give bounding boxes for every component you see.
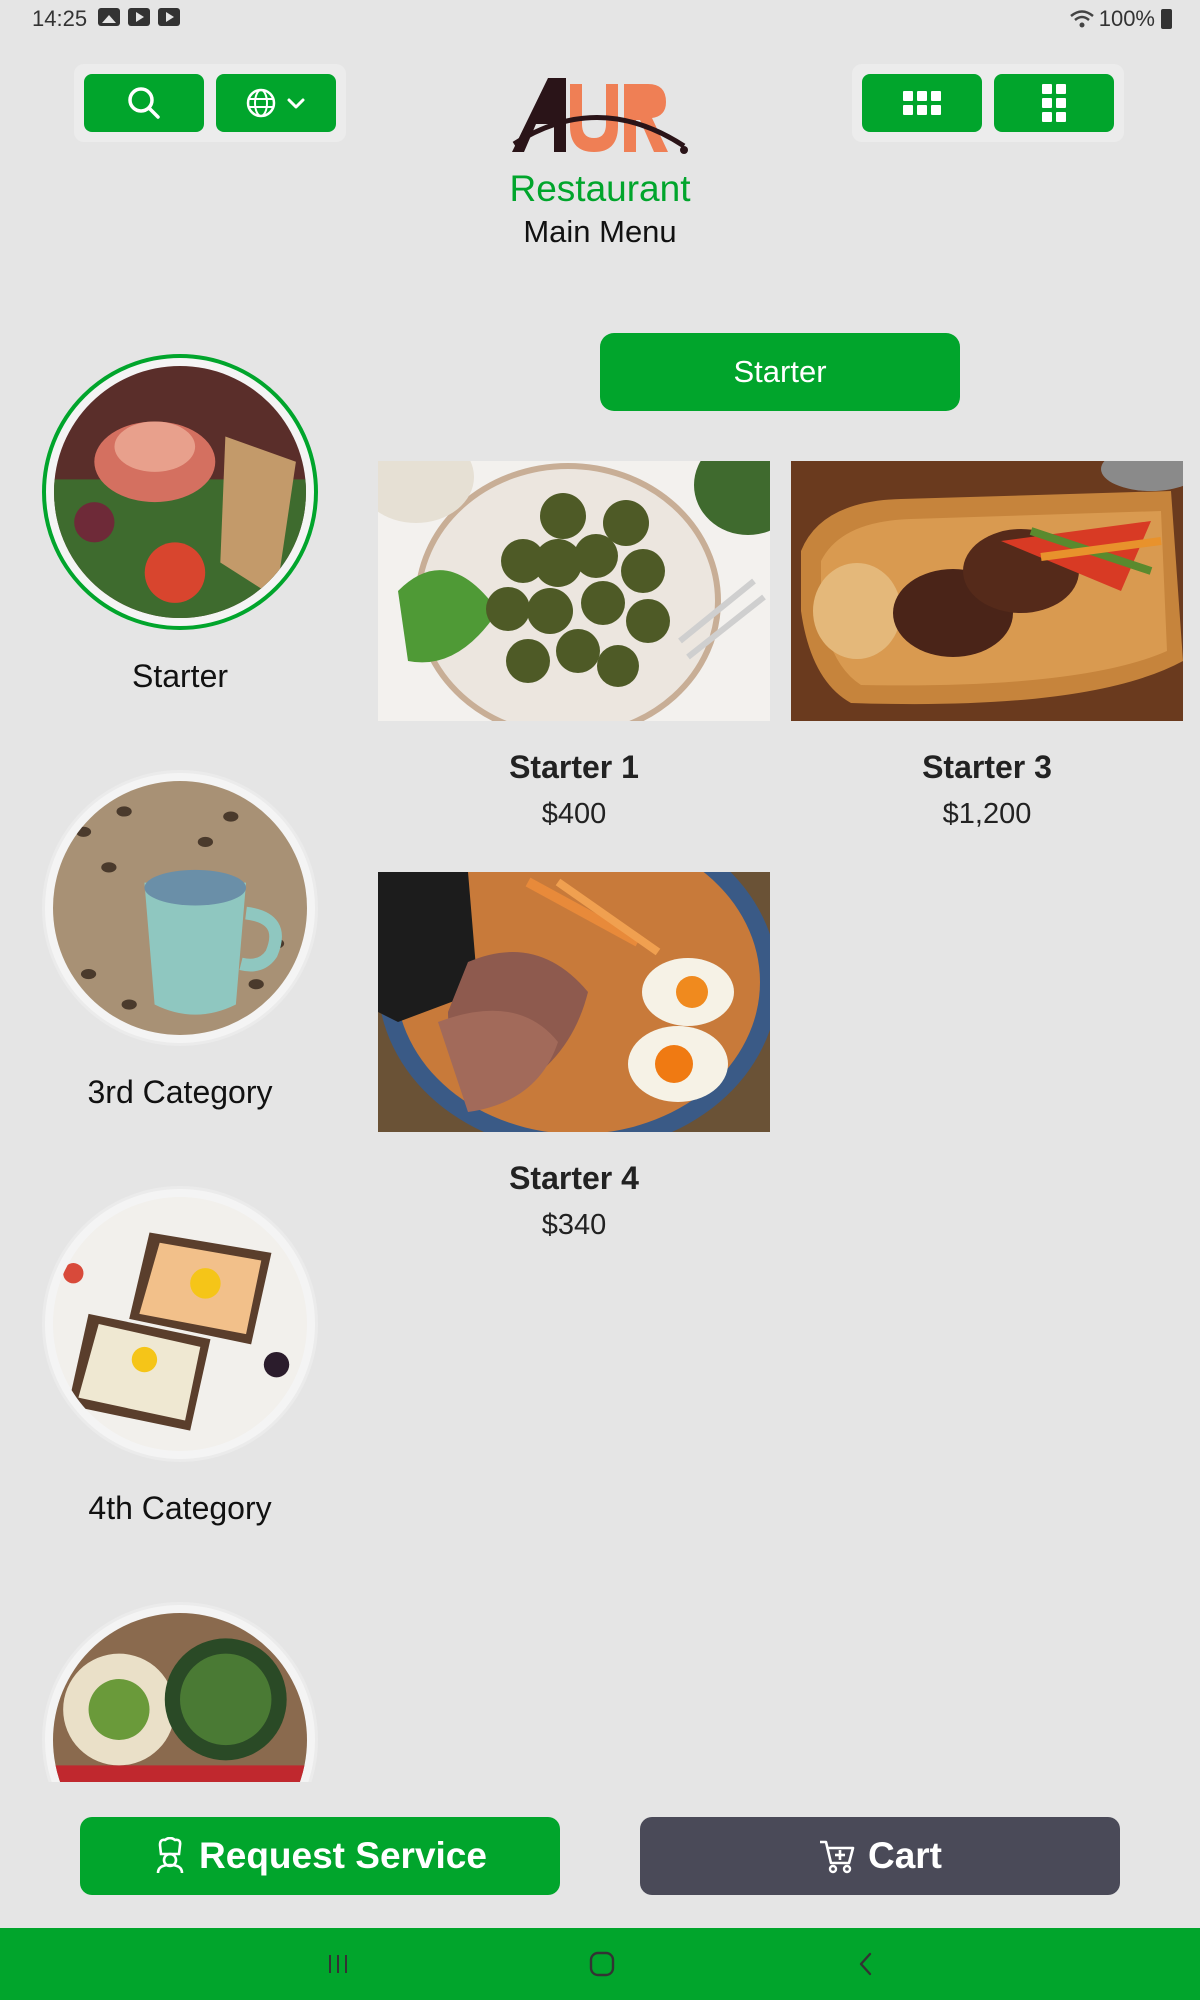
product-image: [791, 461, 1183, 721]
restaurant-logo: [508, 72, 690, 158]
youtube-icon: [158, 8, 180, 26]
category-label: 3rd Category: [87, 1074, 273, 1110]
list-view-button[interactable]: [994, 74, 1114, 132]
product-price: $1,200: [942, 798, 1032, 830]
battery-percent: 100%: [1098, 6, 1155, 31]
category-image: [53, 1613, 307, 1782]
product-price: $340: [541, 1209, 607, 1241]
battery-icon: [1161, 9, 1172, 29]
recent-apps-icon: [329, 1955, 347, 1973]
product-image: [378, 461, 770, 721]
language-button[interactable]: [216, 74, 336, 132]
chevron-down-icon: [287, 98, 305, 109]
back-icon: [859, 1952, 872, 1976]
product-name: Starter 3: [922, 749, 1052, 785]
cart-button[interactable]: Cart: [640, 1817, 1120, 1895]
recent-apps-button[interactable]: [308, 1946, 368, 1982]
waiter-icon: [156, 1837, 184, 1874]
cart-label: Cart: [867, 1835, 943, 1876]
brand-name: Restaurant: [509, 168, 691, 209]
category-item-5th[interactable]: [38, 1602, 322, 1782]
home-button[interactable]: [572, 1946, 632, 1982]
product-card[interactable]: Starter 1 $400: [378, 461, 770, 831]
product-name: Starter 1: [509, 749, 639, 785]
request-service-button[interactable]: Request Service: [80, 1817, 560, 1895]
notification-icons: [98, 8, 180, 26]
cart-icon: [819, 1840, 855, 1874]
header-left-buttons: [74, 64, 346, 142]
grid-view-button[interactable]: [862, 74, 982, 132]
category-list[interactable]: Starter 3rd Category 4th Category: [0, 350, 360, 1782]
category-label: Starter: [131, 658, 229, 694]
youtube-icon: [128, 8, 150, 26]
status-time: 14:25: [32, 6, 88, 31]
search-button[interactable]: [84, 74, 204, 132]
home-icon: [589, 1951, 615, 1977]
product-card[interactable]: Starter 3 $1,200: [791, 461, 1183, 831]
category-image-frame: [42, 1602, 318, 1782]
header-right-buttons: [852, 64, 1124, 142]
category-image: [53, 1197, 307, 1451]
category-image: [54, 366, 306, 618]
search-icon: [128, 87, 160, 119]
section-title-button[interactable]: Starter: [600, 333, 960, 411]
product-price: $400: [541, 798, 607, 830]
category-label: 4th Category: [88, 1490, 272, 1526]
category-item-3rd[interactable]: 3rd Category: [38, 770, 322, 1111]
globe-icon: [246, 88, 276, 118]
back-button[interactable]: [836, 1946, 896, 1982]
category-item-starter[interactable]: Starter: [38, 354, 322, 695]
status-right: 100%: [1069, 6, 1172, 32]
product-image: [378, 872, 770, 1132]
category-item-4th[interactable]: 4th Category: [38, 1186, 322, 1527]
grid-icon: [903, 91, 941, 115]
two-column-grid-icon: [1042, 84, 1066, 122]
category-image-frame: [42, 770, 318, 1046]
category-image-frame: [42, 354, 318, 630]
category-image: [53, 781, 307, 1035]
gallery-icon: [98, 8, 120, 26]
category-image-frame: [42, 1186, 318, 1462]
status-bar: 14:25 100%: [0, 0, 1200, 38]
request-service-label: Request Service: [199, 1835, 487, 1876]
system-nav-bar: [0, 1928, 1200, 2000]
wifi-icon: [1069, 10, 1094, 28]
page-title: Main Menu: [523, 214, 677, 249]
product-name: Starter 4: [509, 1160, 639, 1196]
product-card[interactable]: Starter 4 $340: [378, 872, 770, 1242]
